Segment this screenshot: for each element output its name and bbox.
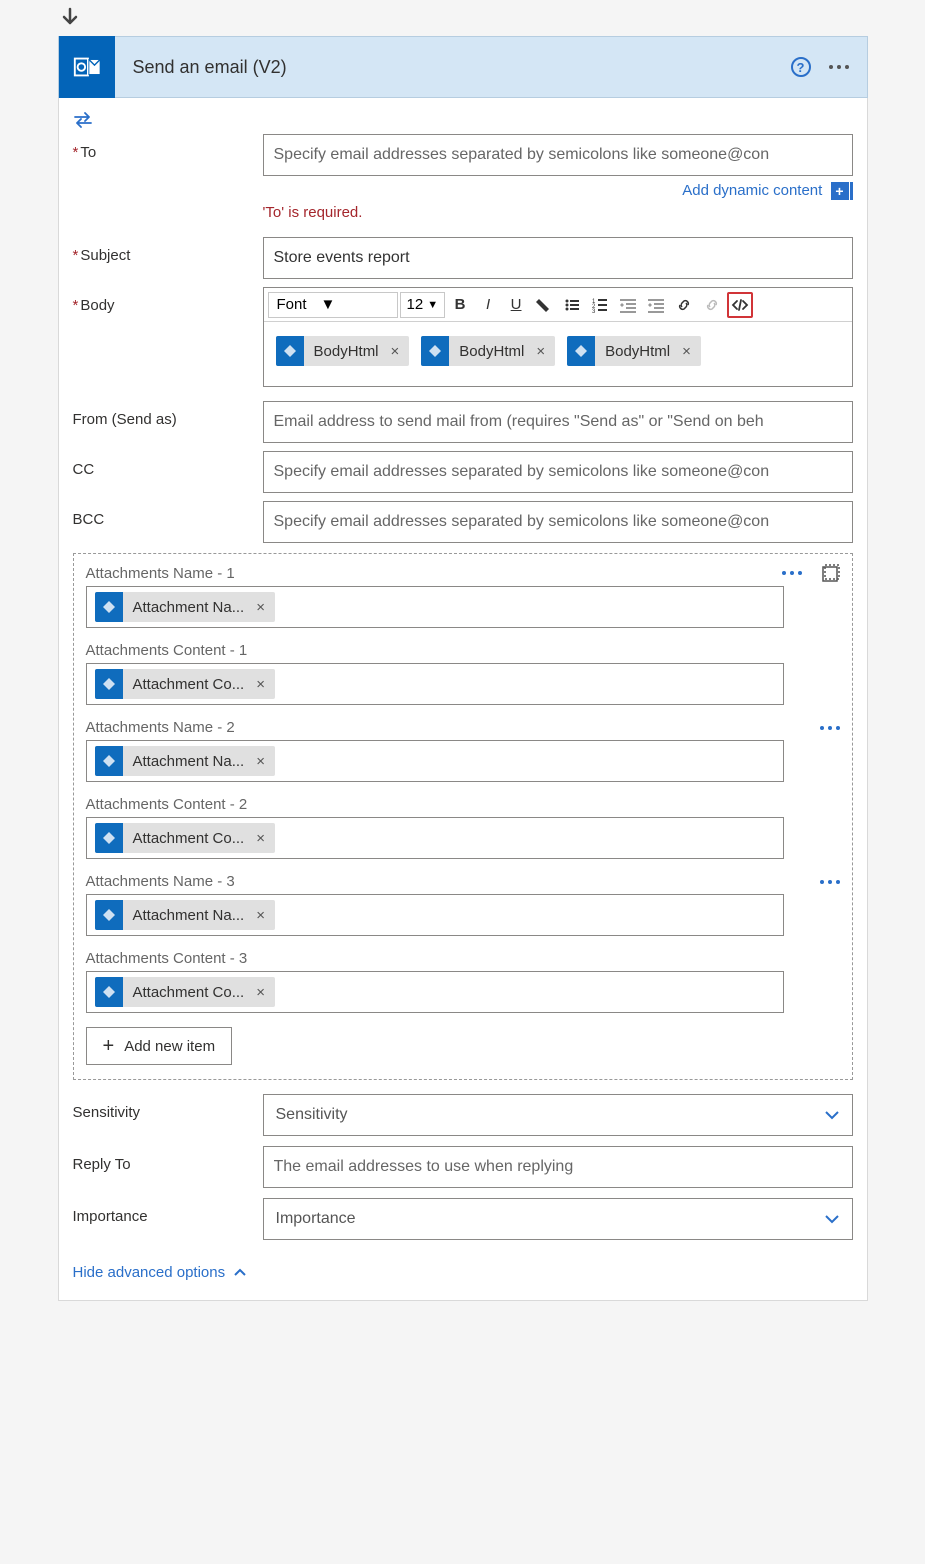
action-title: Send an email (V2) <box>115 57 791 78</box>
importance-select[interactable]: Importance <box>263 1198 853 1240</box>
remove-pill-icon[interactable]: × <box>252 599 275 616</box>
cc-input[interactable] <box>263 451 853 493</box>
code-view-icon[interactable] <box>727 292 753 318</box>
from-label: From (Send as) <box>73 401 263 428</box>
dynamic-pill-icon <box>95 900 123 930</box>
link-icon[interactable] <box>671 292 697 318</box>
attachment-name-input[interactable]: Attachment Na... × <box>86 894 784 936</box>
add-dynamic-content-link[interactable]: Add dynamic content <box>682 182 822 199</box>
attachment-content-input[interactable]: Attachment Co... × <box>86 971 784 1013</box>
remove-pill-icon[interactable]: × <box>532 343 555 360</box>
unlink-icon <box>699 292 725 318</box>
attachment-content-input[interactable]: Attachment Co... × <box>86 663 784 705</box>
chevron-down-icon <box>824 1214 840 1224</box>
remove-pill-icon[interactable]: × <box>387 343 410 360</box>
body-pill[interactable]: BodyHtml × <box>567 336 701 366</box>
remove-pill-icon[interactable]: × <box>252 676 275 693</box>
outdent-icon[interactable] <box>615 292 641 318</box>
help-icon[interactable]: ? <box>791 57 811 77</box>
attachment-name-input[interactable]: Attachment Na... × <box>86 586 784 628</box>
attachment-name-label: Attachments Name - 1 <box>86 565 235 582</box>
body-pill[interactable]: BodyHtml × <box>421 336 555 366</box>
remove-pill-icon[interactable]: × <box>252 907 275 924</box>
attachment-item-menu-icon[interactable] <box>782 571 802 575</box>
font-selector[interactable]: Font▼ <box>268 292 398 318</box>
attachment-pill[interactable]: Attachment Co... × <box>95 823 275 853</box>
more-menu-icon[interactable] <box>829 65 849 69</box>
remove-pill-icon[interactable]: × <box>252 984 275 1001</box>
attachment-item-menu-icon[interactable] <box>820 880 840 884</box>
body-pill[interactable]: BodyHtml × <box>276 336 410 366</box>
from-input[interactable] <box>263 401 853 443</box>
subject-input[interactable] <box>263 237 853 279</box>
font-color-icon[interactable] <box>531 292 557 318</box>
to-input[interactable] <box>263 134 853 176</box>
remove-pill-icon[interactable]: × <box>252 753 275 770</box>
bcc-label: BCC <box>73 501 263 528</box>
dynamic-pill-icon <box>95 977 123 1007</box>
attachment-name-label: Attachments Name - 3 <box>86 873 235 890</box>
chevron-down-icon <box>824 1110 840 1120</box>
replyto-input[interactable] <box>263 1146 853 1188</box>
action-header[interactable]: Send an email (V2) ? <box>58 36 868 98</box>
attachment-pill[interactable]: Attachment Na... × <box>95 746 275 776</box>
font-size-selector[interactable]: 12▼ <box>400 292 446 318</box>
swap-arrows-icon[interactable] <box>73 112 853 128</box>
dynamic-pill-icon <box>95 823 123 853</box>
dynamic-pill-icon <box>276 336 304 366</box>
switch-array-mode-icon[interactable] <box>822 564 840 582</box>
body-editor[interactable]: Font▼ 12▼ B I U 123 <box>263 287 853 387</box>
attachment-pill[interactable]: Attachment Co... × <box>95 977 275 1007</box>
attachment-content-label: Attachments Content - 3 <box>86 950 840 967</box>
numbered-list-icon[interactable]: 123 <box>587 292 613 318</box>
dynamic-pill-icon <box>567 336 595 366</box>
hide-advanced-options-link[interactable]: Hide advanced options <box>73 1264 248 1281</box>
body-label: *Body <box>73 287 263 314</box>
add-new-item-button[interactable]: + Add new item <box>86 1027 233 1065</box>
underline-icon[interactable]: U <box>503 292 529 318</box>
dynamic-pill-icon <box>95 592 123 622</box>
to-label: *To <box>73 134 263 161</box>
subject-label: *Subject <box>73 237 263 264</box>
attachments-section: Attachments Name - 1 Attachment Na... × … <box>73 553 853 1080</box>
importance-label: Importance <box>73 1198 263 1225</box>
attachment-content-label: Attachments Content - 1 <box>86 642 840 659</box>
cc-label: CC <box>73 451 263 478</box>
dynamic-pill-icon <box>421 336 449 366</box>
chevron-up-icon <box>233 1268 247 1277</box>
sensitivity-select[interactable]: Sensitivity <box>263 1094 853 1136</box>
attachment-name-input[interactable]: Attachment Na... × <box>86 740 784 782</box>
outlook-icon <box>59 36 115 98</box>
indent-icon[interactable] <box>643 292 669 318</box>
flow-arrow-down-icon <box>58 0 868 36</box>
attachment-content-input[interactable]: Attachment Co... × <box>86 817 784 859</box>
dynamic-content-badge-icon[interactable]: + <box>831 182 849 200</box>
svg-text:3: 3 <box>592 309 596 313</box>
dynamic-pill-icon <box>95 746 123 776</box>
to-error: 'To' is required. <box>263 204 853 221</box>
attachment-pill[interactable]: Attachment Co... × <box>95 669 275 699</box>
plus-icon: + <box>103 1036 115 1056</box>
replyto-label: Reply To <box>73 1146 263 1173</box>
attachment-item-menu-icon[interactable] <box>820 726 840 730</box>
remove-pill-icon[interactable]: × <box>252 830 275 847</box>
italic-icon[interactable]: I <box>475 292 501 318</box>
attachment-content-label: Attachments Content - 2 <box>86 796 840 813</box>
attachment-pill[interactable]: Attachment Na... × <box>95 592 275 622</box>
attachment-pill[interactable]: Attachment Na... × <box>95 900 275 930</box>
attachment-name-label: Attachments Name - 2 <box>86 719 235 736</box>
bullet-list-icon[interactable] <box>559 292 585 318</box>
bcc-input[interactable] <box>263 501 853 543</box>
dynamic-pill-icon <box>95 669 123 699</box>
sensitivity-label: Sensitivity <box>73 1094 263 1121</box>
remove-pill-icon[interactable]: × <box>678 343 701 360</box>
bold-icon[interactable]: B <box>447 292 473 318</box>
